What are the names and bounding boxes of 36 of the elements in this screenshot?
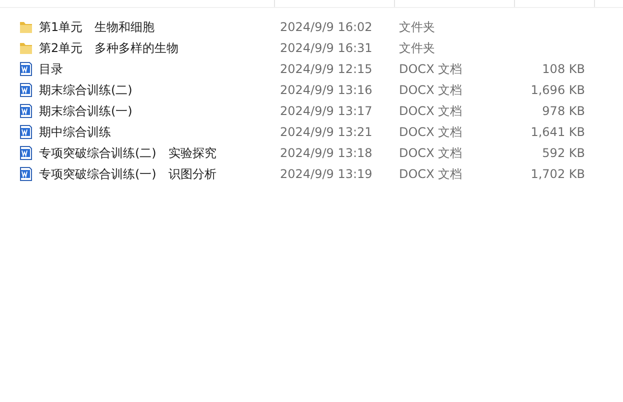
file-name[interactable]: 专项突破综合训练(一) 识图分析 [39, 164, 216, 182]
word-document-icon [18, 166, 34, 182]
file-type: DOCX 文档 [399, 62, 462, 76]
file-name[interactable]: 期中综合训练 [39, 122, 111, 140]
modified-date: 2024/9/9 16:02 [280, 20, 372, 34]
modified-date: 2024/9/9 13:16 [280, 82, 372, 96]
modified-date: 2024/9/9 16:31 [280, 40, 372, 54]
modified-date: 2024/9/9 13:18 [280, 146, 372, 160]
file-type: DOCX 文档 [399, 82, 462, 96]
file-name[interactable]: 第1单元 生物和细胞 [39, 18, 155, 36]
file-size: 1,641 KB [530, 124, 585, 138]
file-name[interactable]: 期末综合训练(一) [39, 102, 132, 120]
word-document-icon [18, 144, 34, 160]
file-size: 978 KB [542, 104, 585, 118]
file-name[interactable]: 目录 [39, 60, 63, 78]
word-document-icon [18, 102, 34, 118]
file-size: 108 KB [542, 62, 585, 76]
file-type: DOCX 文档 [399, 166, 462, 180]
file-type: 文件夹 [399, 20, 435, 34]
modified-date: 2024/9/9 13:17 [280, 104, 372, 118]
file-size: 592 KB [542, 146, 585, 160]
word-document-icon [18, 82, 34, 98]
file-type: DOCX 文档 [399, 146, 462, 160]
file-size: 1,702 KB [530, 166, 585, 180]
modified-date: 2024/9/9 13:21 [280, 124, 372, 138]
file-name[interactable]: 期末综合训练(二) [39, 80, 132, 98]
file-type: 文件夹 [399, 40, 435, 54]
file-type: DOCX 文档 [399, 124, 462, 138]
modified-date: 2024/9/9 12:15 [280, 62, 372, 76]
file-size: 1,696 KB [530, 82, 585, 96]
file-name[interactable]: 专项突破综合训练(二) 实验探究 [39, 144, 216, 162]
word-document-icon [18, 60, 34, 76]
file-name[interactable]: 第2单元 多种多样的生物 [39, 38, 179, 56]
word-document-icon [18, 124, 34, 140]
file-type: DOCX 文档 [399, 104, 462, 118]
modified-date: 2024/9/9 13:19 [280, 166, 372, 180]
